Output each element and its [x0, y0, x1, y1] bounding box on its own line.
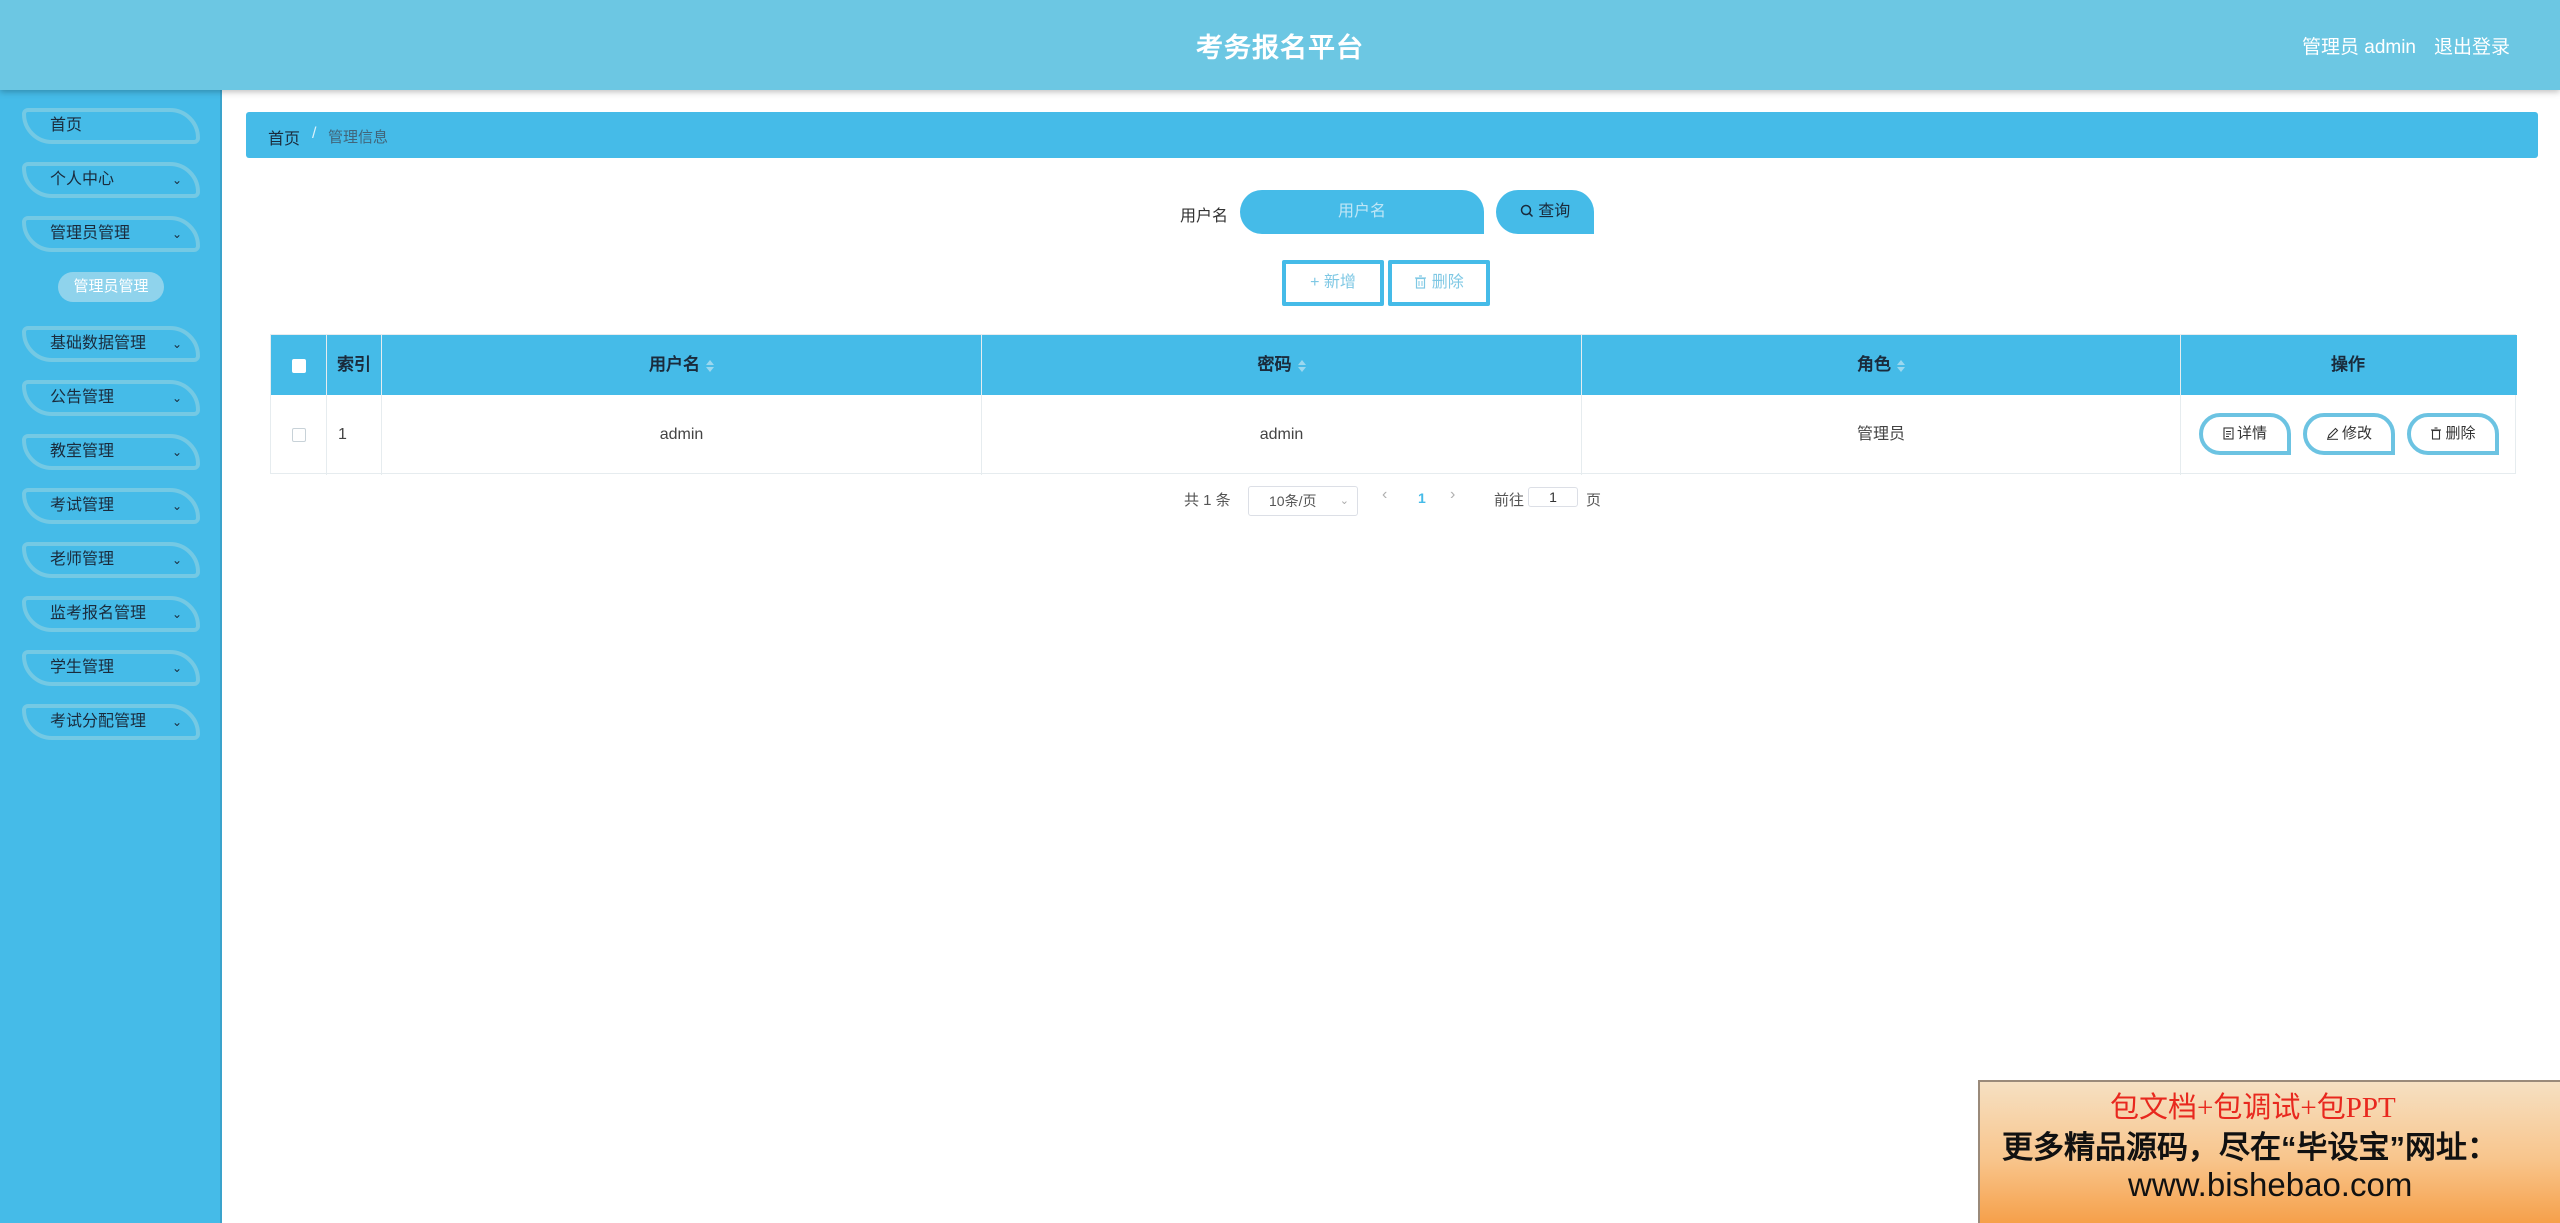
- logout-link[interactable]: 退出登录: [2434, 32, 2510, 59]
- goto-page-input[interactable]: [1528, 487, 1578, 507]
- breadcrumb-home[interactable]: 首页: [268, 125, 300, 149]
- sidebar-item-label: 学生管理: [50, 659, 115, 676]
- chevron-down-icon: ⌄: [171, 445, 182, 459]
- column-header-actions: 操作: [2331, 355, 2365, 374]
- prev-page-button[interactable]: ‹: [1382, 486, 1387, 504]
- sidebar-item-label: 基础数据管理: [50, 335, 147, 352]
- edit-icon: [2326, 427, 2339, 440]
- trash-icon: [2431, 427, 2442, 440]
- plus-icon: +: [1310, 274, 1320, 291]
- cell-role: 管理员: [1582, 395, 2181, 475]
- promo-line-3: www.bishebao.com: [2128, 1166, 2413, 1203]
- sidebar-item-basic-data[interactable]: 基础数据管理 ⌄: [22, 326, 200, 362]
- promo-banner: 包文档+包调试+包PPT 更多精品源码，尽在“毕设宝”网址： www.bishe…: [1978, 1080, 2560, 1223]
- cell-index: 1: [327, 395, 382, 475]
- sort-icon: [1897, 359, 1905, 372]
- chevron-down-icon: ⌄: [171, 715, 182, 729]
- sidebar-item-label: 首页: [50, 117, 83, 134]
- cell-password: admin: [982, 395, 1582, 475]
- breadcrumb: 首页 / 管理信息: [246, 112, 2538, 158]
- batch-delete-button[interactable]: 删除: [1388, 260, 1490, 306]
- page-suffix-label: 页: [1586, 492, 1602, 509]
- column-header-index: 索引: [327, 335, 382, 395]
- chevron-down-icon: ⌄: [171, 499, 182, 513]
- search-input[interactable]: [1240, 190, 1484, 234]
- sort-icon: [706, 359, 714, 372]
- sidebar-item-label: 管理员管理: [50, 225, 131, 242]
- sidebar-item-label: 教室管理: [50, 443, 115, 460]
- goto-label: 前往: [1494, 492, 1525, 509]
- document-icon: [2223, 427, 2234, 440]
- row-edit-button[interactable]: 修改: [2303, 413, 2395, 455]
- sidebar-item-students[interactable]: 学生管理 ⌄: [22, 650, 200, 686]
- search-label: 用户名: [1180, 208, 1229, 225]
- add-button-label: 新增: [1323, 274, 1356, 291]
- sidebar-item-exam-assignment[interactable]: 考试分配管理 ⌄: [22, 704, 200, 740]
- sidebar-item-label: 老师管理: [50, 551, 115, 568]
- pagination-total: 共 1 条: [1184, 492, 1231, 509]
- sidebar-item-label: 考试管理: [50, 497, 115, 514]
- row-checkbox[interactable]: [291, 427, 306, 442]
- data-table: 索引 用户名 密码 角色 操作 1 admin admin 管理员 详情 修改 …: [270, 334, 2517, 475]
- detail-label: 详情: [2236, 425, 2267, 442]
- column-header-label: 角色: [1857, 355, 1891, 374]
- breadcrumb-current: 管理信息: [328, 129, 389, 146]
- row-delete-button[interactable]: 删除: [2407, 413, 2499, 455]
- search-button[interactable]: 查询: [1496, 190, 1594, 234]
- column-header-label: 密码: [1257, 355, 1292, 374]
- sidebar-item-classrooms[interactable]: 教室管理 ⌄: [22, 434, 200, 470]
- chevron-down-icon: ⌄: [171, 607, 182, 621]
- breadcrumb-separator: /: [312, 125, 317, 142]
- edit-label: 修改: [2341, 425, 2372, 442]
- sidebar-item-label: 监考报名管理: [50, 605, 147, 622]
- next-page-button[interactable]: ›: [1450, 486, 1455, 504]
- cell-username: admin: [382, 395, 982, 475]
- delete-label: 删除: [2445, 425, 2476, 442]
- column-header-label: 用户名: [649, 355, 700, 374]
- sidebar-item-home[interactable]: 首页: [22, 108, 200, 144]
- promo-line-1: 包文档+包调试+包PPT: [2110, 1092, 2396, 1124]
- sidebar-item-admin-management[interactable]: 管理员管理 ⌄: [22, 216, 200, 252]
- chevron-down-icon: ⌄: [171, 173, 182, 187]
- chevron-down-icon: ⌄: [171, 553, 182, 567]
- top-header: 考务报名平台 管理员 admin 退出登录: [0, 0, 2560, 90]
- app-title: 考务报名平台: [1196, 33, 1364, 63]
- search-icon: [1520, 204, 1533, 218]
- sidebar-item-teachers[interactable]: 老师管理 ⌄: [22, 542, 200, 578]
- column-header-role[interactable]: 角色: [1582, 335, 2181, 395]
- chevron-down-icon: ⌄: [171, 391, 182, 405]
- row-select-cell: [271, 395, 327, 475]
- row-detail-button[interactable]: 详情: [2199, 413, 2291, 455]
- current-user-label: 管理员 admin: [2301, 37, 2416, 58]
- trash-icon: [1415, 275, 1427, 289]
- sidebar-item-personal-center[interactable]: 个人中心 ⌄: [22, 162, 200, 198]
- sort-icon: [1297, 359, 1306, 372]
- sidebar-item-label: 公告管理: [50, 389, 115, 406]
- batch-delete-label: 删除: [1431, 274, 1464, 291]
- page-size-select[interactable]: 10条/页 ⌄: [1248, 486, 1358, 516]
- chevron-down-icon: ⌄: [171, 337, 182, 351]
- table-header: 索引 用户名 密码 角色 操作: [271, 335, 2517, 395]
- select-all-checkbox[interactable]: [291, 358, 306, 373]
- column-header-username[interactable]: 用户名: [382, 335, 982, 395]
- sidebar-subitem-admin-management[interactable]: 管理员管理: [58, 272, 164, 302]
- page-number-current[interactable]: 1: [1418, 490, 1426, 506]
- sidebar-item-announcements[interactable]: 公告管理 ⌄: [22, 380, 200, 416]
- add-button[interactable]: + 新增: [1282, 260, 1384, 306]
- page-size-value: 10条/页: [1269, 493, 1317, 509]
- chevron-down-icon: ⌄: [171, 227, 182, 241]
- header-select-all-cell: [271, 335, 327, 395]
- sidebar-item-label: 考试分配管理: [50, 713, 147, 730]
- chevron-down-icon: ⌄: [1339, 495, 1349, 507]
- column-header-password[interactable]: 密码: [982, 335, 1582, 395]
- search-button-label: 查询: [1538, 203, 1571, 220]
- chevron-down-icon: ⌄: [171, 661, 182, 675]
- promo-line-2: 更多精品源码，尽在“毕设宝”网址：: [2002, 1130, 2498, 1165]
- sidebar-item-proctor-signup[interactable]: 监考报名管理 ⌄: [22, 596, 200, 632]
- sidebar: 首页 个人中心 ⌄ 管理员管理 ⌄ 管理员管理 基础数据管理 ⌄ 公告管理 ⌄ …: [0, 90, 222, 1223]
- sidebar-item-exams[interactable]: 考试管理 ⌄: [22, 488, 200, 524]
- sidebar-item-label: 个人中心: [50, 171, 115, 188]
